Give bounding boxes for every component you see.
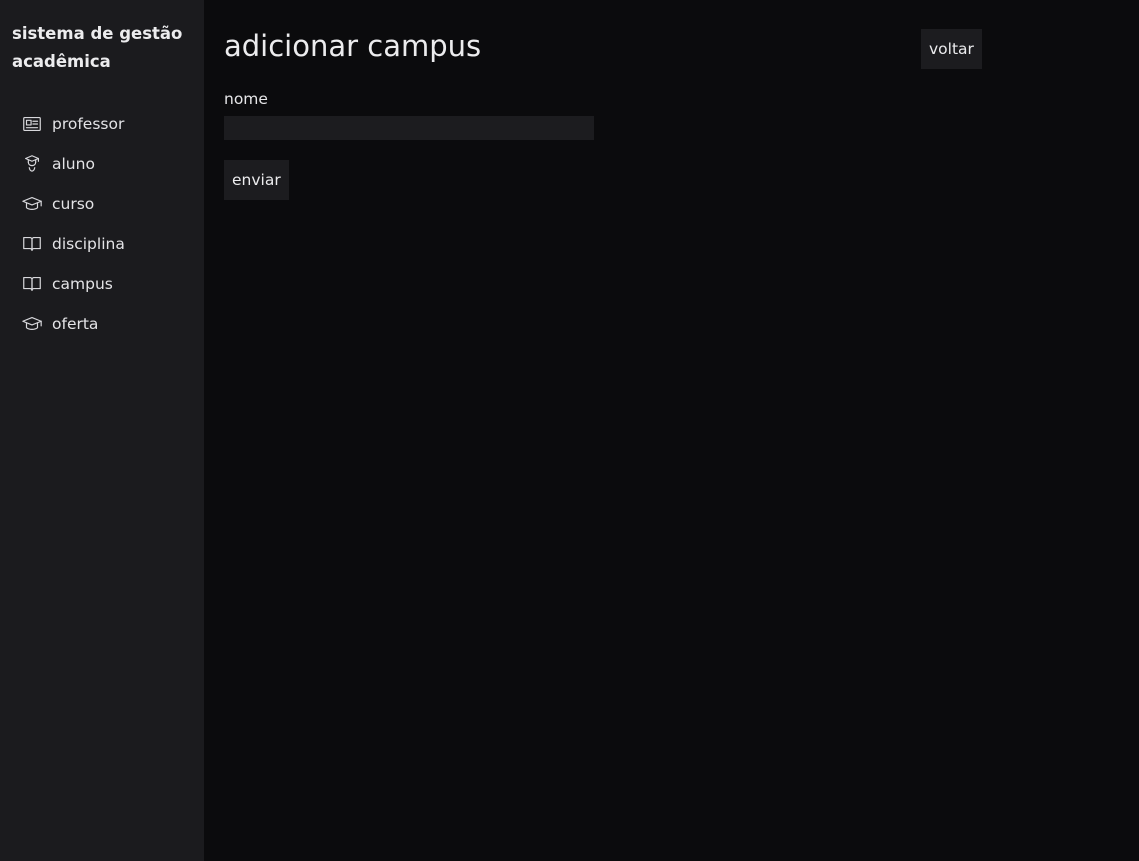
app-root: sistema de gestão acadêmica professor al… xyxy=(0,0,1139,861)
sidebar-item-oferta[interactable]: oferta xyxy=(12,304,204,344)
book-icon xyxy=(20,232,44,256)
main-content: adicionar campus voltar nome enviar xyxy=(204,0,1139,861)
graduation-cap-icon xyxy=(20,312,44,336)
sidebar-item-disciplina[interactable]: disciplina xyxy=(12,224,204,264)
sidebar-item-campus[interactable]: campus xyxy=(12,264,204,304)
sidebar-item-aluno[interactable]: aluno xyxy=(12,144,204,184)
submit-button[interactable]: enviar xyxy=(224,160,289,200)
sidebar-item-label: disciplina xyxy=(52,235,125,253)
add-campus-form: nome enviar xyxy=(224,88,1139,200)
sidebar-item-label: oferta xyxy=(52,315,99,333)
id-card-icon xyxy=(20,112,44,136)
sidebar-item-label: professor xyxy=(52,115,125,133)
sidebar-item-label: campus xyxy=(52,275,113,293)
book-icon xyxy=(20,272,44,296)
sidebar-item-curso[interactable]: curso xyxy=(12,184,204,224)
sidebar-item-label: curso xyxy=(52,195,95,213)
back-button[interactable]: voltar xyxy=(921,29,982,69)
sidebar: sistema de gestão acadêmica professor al… xyxy=(0,0,204,861)
page-title: adicionar campus xyxy=(224,29,482,63)
sidebar-item-professor[interactable]: professor xyxy=(12,104,204,144)
name-field-label: nome xyxy=(224,90,268,108)
name-input[interactable] xyxy=(224,116,594,140)
student-icon xyxy=(20,152,44,176)
sidebar-item-label: aluno xyxy=(52,155,95,173)
graduation-cap-icon xyxy=(20,192,44,216)
app-brand: sistema de gestão acadêmica xyxy=(12,24,183,71)
